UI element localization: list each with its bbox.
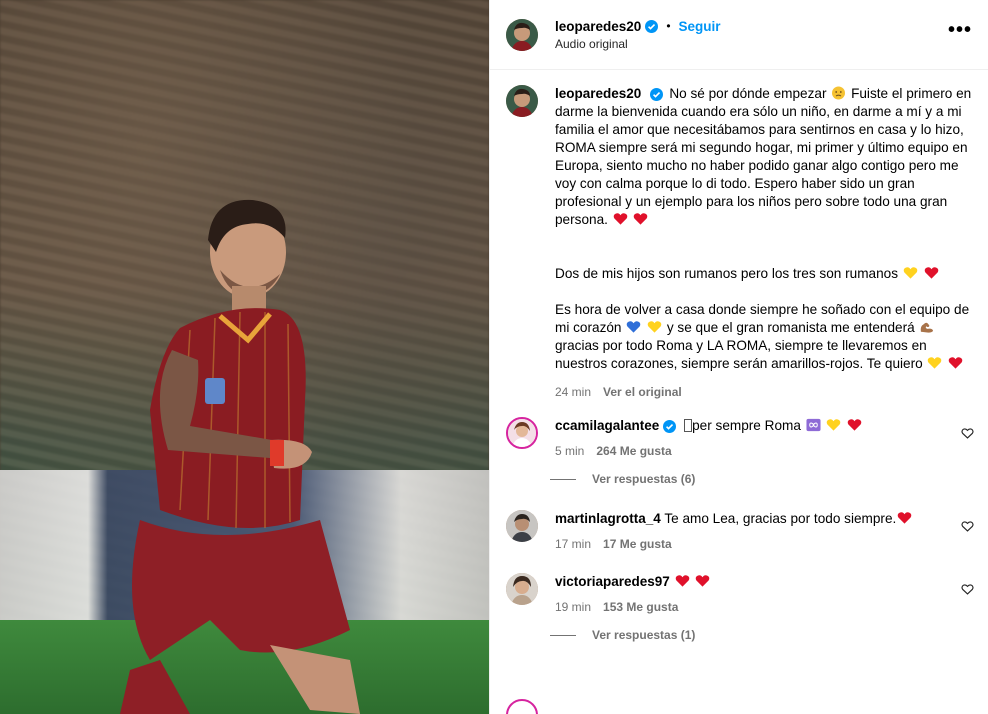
comment-text: martinlagrotta_4 Te amo Lea, gracias por…: [555, 510, 942, 528]
caption-text: gracias por todo Roma y LA ROMA, siempre…: [555, 338, 927, 371]
view-replies-label: Ver respuestas (6): [592, 472, 696, 486]
blue-heart-emoji: [626, 321, 641, 333]
red-heart-emoji: [696, 575, 710, 587]
comment-text: ccamilagalantee per sempre Roma: [555, 417, 942, 435]
missing-glyph-icon: [684, 419, 693, 432]
caption-paragraph-3: Es hora de volver a casa donde siempre h…: [555, 301, 972, 373]
commenter-username[interactable]: martinlagrotta_4: [555, 511, 661, 526]
comment-meta: 17 min 17 Me gusta: [555, 537, 942, 551]
verified-badge-icon: [650, 87, 664, 101]
caption-text: Fuiste el primero en darme la bienvenida…: [555, 86, 972, 227]
view-replies-label: Ver respuestas (1): [592, 628, 696, 642]
caption-time[interactable]: 24 min: [555, 383, 591, 401]
red-heart-emoji: [613, 213, 627, 225]
red-heart-emoji: [898, 512, 912, 524]
yellow-heart-emoji: [903, 267, 918, 279]
comment-item: martinlagrotta_4 Te amo Lea, gracias por…: [490, 510, 988, 551]
comment-likes[interactable]: 264 Me gusta: [596, 444, 671, 458]
commenter-avatar[interactable]: [506, 510, 538, 542]
comment-text: victoriaparedes97: [555, 573, 942, 591]
football-player-image: [120, 199, 360, 714]
infinity-emoji: [806, 418, 821, 432]
follow-button[interactable]: Seguir: [679, 19, 721, 34]
heart-outline-icon[interactable]: [961, 427, 974, 440]
verified-badge-icon: [645, 19, 659, 33]
sad-face-emoji: [832, 86, 846, 100]
comment-meta: 19 min 153 Me gusta: [555, 600, 942, 614]
comment-body: per sempre Roma: [692, 418, 801, 433]
caption-paragraph-2: Dos de mis hijos son rumanos pero los tr…: [555, 265, 972, 283]
author-username[interactable]: leoparedes20: [555, 19, 641, 34]
see-original-button[interactable]: Ver el original: [603, 383, 682, 401]
commenter-username[interactable]: ccamilagalantee: [555, 418, 659, 433]
comment-body: Te amo Lea, gracias por todo siempre.: [664, 511, 897, 526]
red-heart-emoji: [675, 575, 689, 587]
comments-section: leoparedes20 No sé por dónde empezar Fuis…: [490, 71, 988, 714]
red-heart-emoji: [948, 357, 963, 369]
caption-text: y se que el gran romanista me entenderá: [666, 320, 915, 335]
post-header: leoparedes20 • Seguir Audio original •••: [490, 0, 988, 70]
post-video[interactable]: [0, 0, 489, 714]
commenter-username[interactable]: victoriaparedes97: [555, 574, 670, 589]
view-replies-button[interactable]: Ver respuestas (1): [490, 628, 988, 642]
more-options-icon[interactable]: •••: [948, 20, 972, 47]
post-details-panel: leoparedes20 • Seguir Audio original •••…: [489, 0, 988, 714]
yellow-heart-emoji: [928, 357, 942, 369]
audio-label[interactable]: Audio original: [555, 37, 948, 51]
caption-username[interactable]: leoparedes20: [555, 86, 641, 101]
instagram-post: leoparedes20 • Seguir Audio original •••…: [0, 0, 988, 714]
verified-badge-icon: [663, 419, 677, 433]
yellow-heart-emoji: [827, 419, 841, 431]
red-heart-emoji: [924, 267, 938, 279]
separator-dot: •: [666, 19, 671, 33]
post-caption: leoparedes20 No sé por dónde empezar Fuis…: [490, 71, 988, 401]
comment-item: ccamilagalantee per sempre Roma 5 min 26…: [490, 417, 988, 458]
comment-time[interactable]: 5 min: [555, 444, 584, 458]
view-replies-button[interactable]: Ver respuestas (6): [490, 472, 988, 486]
caption-text: No sé por dónde empezar: [669, 86, 827, 101]
commenter-avatar[interactable]: [506, 573, 538, 605]
comment-meta: 5 min 264 Me gusta: [555, 444, 942, 458]
author-avatar[interactable]: [506, 18, 538, 51]
comment-likes[interactable]: 17 Me gusta: [603, 537, 672, 551]
caption-meta: 24 min Ver el original: [555, 383, 972, 401]
red-heart-emoji: [847, 419, 862, 431]
replies-divider: [550, 478, 576, 480]
comment-likes[interactable]: 153 Me gusta: [603, 600, 678, 614]
caption-avatar[interactable]: [506, 85, 538, 117]
heart-outline-icon[interactable]: [961, 583, 974, 596]
commenter-avatar[interactable]: [506, 417, 538, 449]
flexed-biceps-emoji: [921, 322, 934, 333]
comment-time[interactable]: 17 min: [555, 537, 591, 551]
comment-item: victoriaparedes97 19 min 153 Me gusta: [490, 573, 988, 614]
replies-divider: [550, 634, 576, 636]
caption-paragraph-1: leoparedes20 No sé por dónde empezar Fuis…: [555, 85, 972, 229]
next-comment-avatar[interactable]: [506, 699, 538, 714]
red-heart-emoji: [634, 213, 648, 225]
caption-text: Dos de mis hijos son rumanos pero los tr…: [555, 266, 899, 281]
yellow-heart-emoji: [647, 321, 662, 333]
comment-time[interactable]: 19 min: [555, 600, 591, 614]
heart-outline-icon[interactable]: [961, 520, 974, 533]
